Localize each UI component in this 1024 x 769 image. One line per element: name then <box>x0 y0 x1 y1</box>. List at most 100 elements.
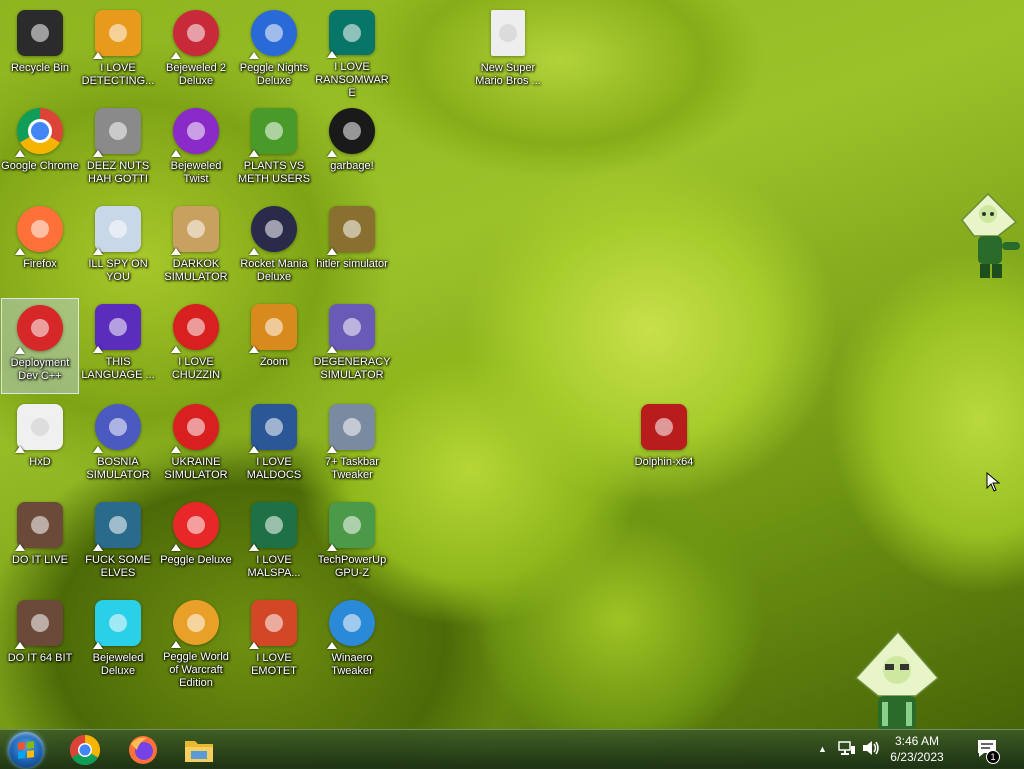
shortcut-arrow-icon <box>249 52 259 59</box>
shortcut-arrow-icon <box>93 248 103 255</box>
desktop-icon[interactable]: I LOVE RANSOMWARE <box>313 4 391 100</box>
desktop-icon[interactable]: Firefox <box>1 200 79 296</box>
desktop-icon-label: I LOVE RANSOMWARE <box>315 61 389 99</box>
volume-icon[interactable] <box>862 740 880 759</box>
heart-icon <box>327 304 375 353</box>
desktop-icon[interactable]: Winaero Tweaker <box>313 594 391 690</box>
desktop-icon[interactable]: ILL SPY ON YOU <box>79 200 157 296</box>
network-icon[interactable] <box>838 740 856 759</box>
desktop-icon[interactable]: 7+ Taskbar Tweaker <box>313 398 391 494</box>
firefox-icon <box>15 206 63 255</box>
desktop-icon[interactable]: New Super Mario Bros ... <box>469 4 547 100</box>
peggle-nights-icon <box>249 10 297 59</box>
desktop-icon[interactable]: Google Chrome <box>1 102 79 198</box>
desktop-icon[interactable]: Peggle Nights Deluxe <box>235 4 313 100</box>
desktop-icon[interactable]: FUCK SOME ELVES <box>79 496 157 592</box>
shortcut-arrow-icon <box>171 544 181 551</box>
taskbar-clock[interactable]: 3:46 AM 6/23/2023 <box>882 733 952 765</box>
desktop-icon[interactable]: HxD <box>1 398 79 494</box>
desktop-icon-label: BOSNIA SIMULATOR <box>86 456 150 481</box>
desktop-icon[interactable]: Bejeweled Deluxe <box>79 594 157 690</box>
desktop-icon-label: garbage! <box>330 160 374 172</box>
coin-icon <box>327 206 375 255</box>
desktop-icon[interactable]: Bejeweled 2 Deluxe <box>157 4 235 100</box>
desktop-icon[interactable]: garbage! <box>313 102 391 198</box>
shortcut-arrow-icon <box>93 150 103 157</box>
show-hidden-icons-button[interactable]: ▲ <box>818 744 827 754</box>
firefox-taskbar-button[interactable] <box>118 733 168 767</box>
desktop-icon[interactable]: I LOVE CHUZZIN <box>157 298 235 394</box>
shortcut-arrow-icon <box>15 347 25 354</box>
desktop-icon[interactable]: Deployment Dev C++ <box>1 298 79 394</box>
desktop-icon[interactable]: Zoom <box>235 298 313 394</box>
desktop-icon-label: Bejeweled Deluxe <box>92 652 144 677</box>
desktop-icon-label: I LOVE MALSPA... <box>247 554 301 579</box>
desktop-icon[interactable]: hitler simulator <box>313 200 391 296</box>
desktop-icon[interactable]: Peggle World of Warcraft Edition <box>157 594 235 690</box>
shortcut-arrow-icon <box>327 544 337 551</box>
chuzzle-icon <box>171 304 219 353</box>
desktop-icon[interactable]: TechPowerUp GPU-Z <box>313 496 391 592</box>
desktop-icon[interactable]: UKRAINE SIMULATOR <box>157 398 235 494</box>
zuma-icon <box>249 304 297 353</box>
desktop-icon[interactable]: DARKOK SIMULATOR <box>157 200 235 296</box>
desktop-icon[interactable]: I LOVE MALDOCS <box>235 398 313 494</box>
desktop[interactable]: Recycle Bin Google Chrome Firefox Deploymen… <box>0 0 1024 730</box>
radiation-icon <box>171 404 219 453</box>
shortcut-arrow-icon <box>327 150 337 157</box>
bejeweled2-icon <box>171 10 219 59</box>
desktop-icon[interactable]: DO IT 64 BIT <box>1 594 79 690</box>
desktop-icon[interactable]: I LOVE EMOTET <box>235 594 313 690</box>
clock-date: 6/23/2023 <box>890 750 944 764</box>
start-button[interactable] <box>8 732 44 768</box>
desktop-icon[interactable]: DO IT LIVE <box>1 496 79 592</box>
action-center-button[interactable]: 1 <box>976 738 1000 764</box>
desktop-icon[interactable]: DEGENERACY SIMULATOR <box>313 298 391 394</box>
spy-icon <box>93 206 141 255</box>
chrome-taskbar-button[interactable] <box>60 733 110 767</box>
desktop-icon-label: THIS LANGUAGE ... <box>81 356 155 381</box>
desktop-icon-label: FUCK SOME ELVES <box>85 554 151 579</box>
desktop-icon-label: Deployment Dev C++ <box>10 357 70 382</box>
plants-icon <box>249 108 297 157</box>
desktop-icon-label: Zoom <box>259 356 289 368</box>
die-icon <box>93 10 141 59</box>
desktop-icon[interactable]: BOSNIA SIMULATOR <box>79 398 157 494</box>
desktop-icon[interactable]: PLANTS VS METH USERS <box>235 102 313 198</box>
desktop-icon[interactable]: I LOVE DETECTING... <box>79 4 157 100</box>
powerpoint-icon <box>249 600 297 649</box>
desktop-icon[interactable]: Dolphin-x64 <box>625 398 703 494</box>
shortcut-arrow-icon <box>249 248 259 255</box>
desktop-icon[interactable]: Peggle Deluxe <box>157 496 235 592</box>
desktop-icon-label: Recycle Bin <box>10 62 70 74</box>
shortcut-arrow-icon <box>327 248 337 255</box>
publisher-icon <box>327 10 375 58</box>
desktop-icon-label: hitler simulator <box>316 258 388 270</box>
desktop-icon[interactable]: DEEZ NUTS HAH GOTTI <box>79 102 157 198</box>
desktop-icon-label: Google Chrome <box>1 160 79 172</box>
desktop-icon-label: I LOVE MALDOCS <box>246 456 302 481</box>
shortcut-arrow-icon <box>171 346 181 353</box>
firefox-icon <box>129 736 157 764</box>
shortcut-arrow-icon <box>171 446 181 453</box>
shortcut-arrow-icon <box>171 52 181 59</box>
desktop-icon-label: Rocket Mania Deluxe <box>240 258 308 283</box>
recycle-bin-icon <box>17 10 63 56</box>
peggle-wow-icon <box>171 600 219 648</box>
explorer-taskbar-button[interactable] <box>174 733 224 767</box>
desktop-icon[interactable]: Bejeweled Twist <box>157 102 235 198</box>
desktop-icon[interactable]: Recycle Bin <box>1 4 79 100</box>
blank-file-icon <box>491 10 525 56</box>
desktop-icon[interactable]: Rocket Mania Deluxe <box>235 200 313 296</box>
mascot-top-right <box>958 192 1024 287</box>
desktop-icon-label: ILL SPY ON YOU <box>88 258 148 283</box>
tweaker-icon <box>327 404 375 453</box>
desktop-icon-label: DEGENERACY SIMULATOR <box>313 356 391 381</box>
desktop-icon[interactable]: THIS LANGUAGE ... <box>79 298 157 394</box>
shortcut-arrow-icon <box>93 642 103 649</box>
desktop-icon-label: Peggle Deluxe <box>160 554 232 566</box>
shortcut-arrow-icon <box>249 346 259 353</box>
folder-icon <box>185 741 213 762</box>
shortcut-arrow-icon <box>327 346 337 353</box>
desktop-icon[interactable]: I LOVE MALSPA... <box>235 496 313 592</box>
